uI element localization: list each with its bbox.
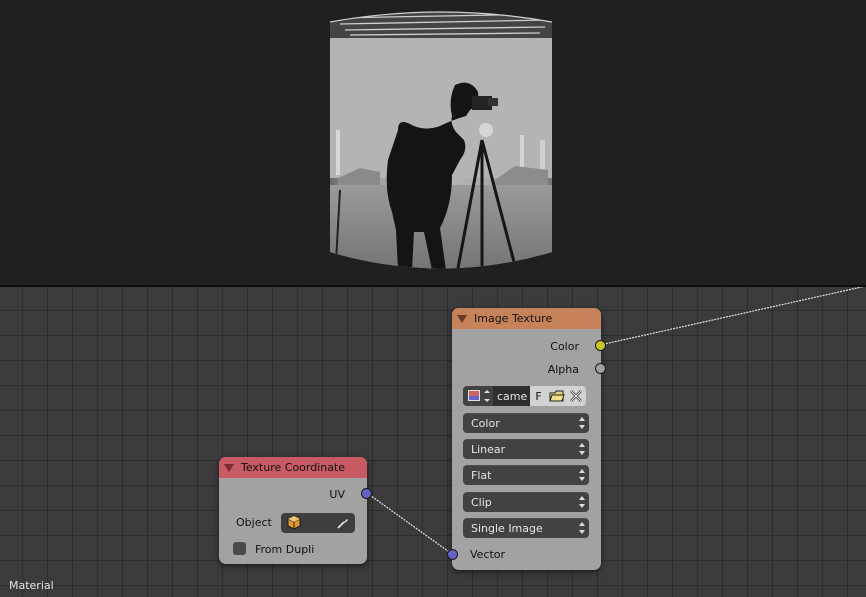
vector-input-socket[interactable] [447,549,458,560]
source-dropdown[interactable]: Single Image [463,518,589,538]
interpolation-value: Linear [471,442,506,456]
image-datablock-selector[interactable]: came F [463,386,586,406]
alpha-output-label: Alpha [547,363,579,376]
texture-coordinate-node[interactable]: Texture Coordinate UV Object From Dupli [219,457,372,564]
collapse-triangle-icon[interactable] [457,314,467,323]
dropdown-arrows-icon [579,416,585,430]
extension-dropdown[interactable]: Clip [463,492,589,512]
3d-viewport[interactable] [0,0,866,285]
extension-value: Clip [471,495,492,509]
vector-input-label: Vector [470,548,506,561]
dropdown-arrows-icon [579,468,585,482]
color-output-label: Color [550,340,579,353]
uv-output-socket[interactable] [361,488,372,499]
source-value: Single Image [471,521,543,535]
object-field[interactable] [281,513,355,533]
node-editor[interactable]: Image Texture Color Alpha came F Color L… [0,287,866,597]
texture-coordinate-node-title: Texture Coordinate [241,461,346,474]
link-uv-to-vector [366,492,453,555]
alpha-output-socket[interactable] [595,363,606,374]
collapse-triangle-icon[interactable] [224,463,234,472]
object-label: Object [236,516,272,529]
image-texture-node-title: Image Texture [474,312,553,325]
projection-dropdown[interactable]: Flat [463,465,589,485]
projection-value: Flat [471,468,492,482]
from-dupli-checkbox[interactable] [233,542,246,555]
image-name-field[interactable]: came [493,386,530,406]
color-output-socket[interactable] [595,340,606,351]
eyedropper-icon[interactable] [336,516,350,530]
object-cube-icon [287,515,301,530]
dropdown-arrows-icon [579,521,585,535]
texture-coordinate-node-header[interactable]: Texture Coordinate [219,457,367,478]
textured-cylinder [329,11,553,269]
dropdown-arrows-icon [579,495,585,509]
folder-open-icon[interactable] [547,386,566,406]
image-texture-node[interactable]: Image Texture Color Alpha came F Color L… [447,308,606,570]
dropdown-arrows-icon [579,442,585,456]
editor-status-label: Material [9,579,54,592]
interpolation-dropdown[interactable]: Linear [463,439,589,459]
from-dupli-label: From Dupli [255,543,315,556]
node-links [366,287,865,555]
image-texture-node-header[interactable]: Image Texture [452,308,601,329]
close-icon[interactable] [566,386,586,406]
link-color-output [599,287,865,346]
image-browse-icon[interactable] [463,386,493,406]
color-space-dropdown[interactable]: Color [463,413,589,433]
fake-user-button[interactable]: F [530,386,547,406]
color-space-value: Color [471,416,500,430]
uv-output-label: UV [329,488,345,501]
